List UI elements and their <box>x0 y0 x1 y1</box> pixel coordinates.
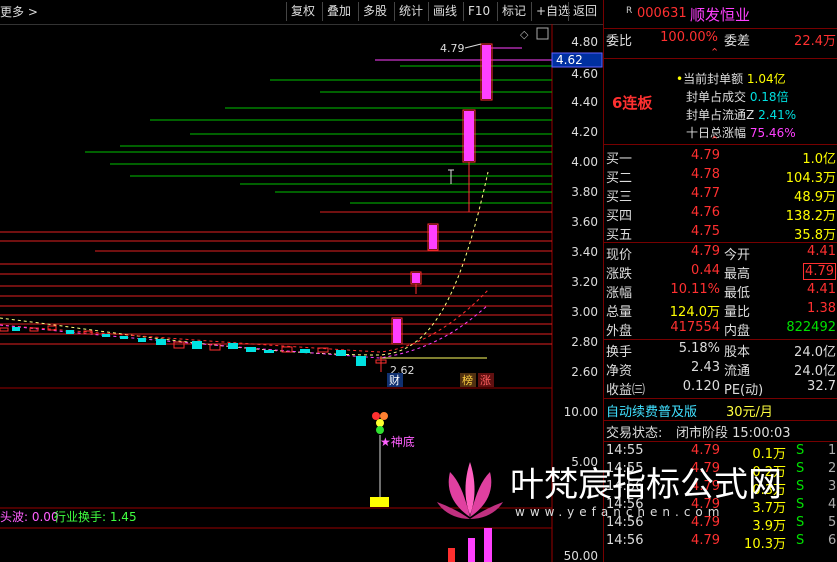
lotus-logo-icon <box>437 462 503 519</box>
price-tick: 3.40 <box>571 245 598 259</box>
more-button[interactable]: 更多 > <box>0 3 38 20</box>
mark-button[interactable]: 标记 <box>497 2 530 21</box>
limit-info-row: 十日总涨幅 75.46% <box>686 126 796 140</box>
high-price-label: 4.79 <box>440 42 465 55</box>
limit-info-row: 封单占成交 0.18倍 <box>686 90 789 104</box>
promo-banner[interactable]: 自动续费普及版 30元/月 <box>604 401 837 420</box>
stock-code: 000631 <box>637 6 687 21</box>
bid-row: 买五 4.75 35.8万 <box>606 224 836 243</box>
quote-row: 净资 2.43 流通 24.0亿 <box>606 360 836 379</box>
price-tick: 3.00 <box>571 305 598 319</box>
indicator-tou-bo: 头波: 0.00 <box>0 510 59 524</box>
f10-button[interactable]: F10 <box>463 2 494 21</box>
stats-button[interactable]: 统计 <box>394 2 427 21</box>
stock-name: 顺发恒业 <box>690 6 751 24</box>
quote-row: 换手 5.18% 股本 24.0亿 <box>606 341 836 360</box>
bid-row: 买三 4.77 48.9万 <box>606 186 836 205</box>
volume-tick: 10.00 <box>564 405 598 419</box>
price-tick: 4.20 <box>571 125 598 139</box>
quote-row: 现价 4.79 今开 4.41 <box>606 244 836 263</box>
trade-status: 交易状态: 闭市阶段 15:00:03 <box>606 426 791 441</box>
weibi-row: 委比 100.00% 委差 22.4万 <box>606 30 836 49</box>
diamond-icon: ◇ <box>520 28 529 41</box>
back-button[interactable]: 返回 <box>568 2 601 21</box>
current-price-tag: 4.62 <box>556 53 583 67</box>
resistance-lines <box>0 211 552 345</box>
lianban-label: 6连板 <box>612 94 653 112</box>
indicator-industry-turnover: 行业换手: 1.45 <box>54 510 137 524</box>
bid-row: 买二 4.78 104.3万 <box>606 167 836 186</box>
limit-info-row: •当前封单额 1.04亿 <box>676 72 786 86</box>
price-tick: 3.80 <box>571 185 598 199</box>
support-lines <box>85 65 552 204</box>
bid-row: 买四 4.76 138.2万 <box>606 205 836 224</box>
watermark: 叶梵宸指标公式网 www.yefanchen.com <box>435 455 835 555</box>
finance-tag: 财 <box>389 373 400 387</box>
quote-row: 外盘 417554 内盘 822492 <box>606 320 836 339</box>
chevron-up-icon[interactable]: ⌃ <box>710 134 719 147</box>
window-square-icon <box>536 27 549 40</box>
watermark-url: www.yefanchen.com <box>515 505 725 519</box>
overlay-button[interactable]: 叠加 <box>322 2 355 21</box>
quote-row: 总量 124.0万 量比 1.38 <box>606 301 836 320</box>
price-tick: 2.60 <box>571 365 598 379</box>
quote-row: 涨幅 10.11% 最低 4.41 <box>606 282 836 301</box>
draw-line-button[interactable]: 画线 <box>428 2 461 21</box>
fuquan-button[interactable]: 复权 <box>286 2 319 21</box>
price-tick: 3.20 <box>571 275 598 289</box>
quote-row: 收益㈢ 0.120 PE(动) 32.7 <box>606 379 836 398</box>
price-tick: 3.60 <box>571 215 598 229</box>
quote-row: 涨跌 0.44 最高 4.79 <box>606 263 836 282</box>
r-mark: R <box>626 6 633 16</box>
price-tick: 4.40 <box>571 95 598 109</box>
limit-info-row: 封单占流通Z 2.41% <box>686 108 797 122</box>
multi-stock-button[interactable]: 多股 <box>358 2 391 21</box>
limit-up-tag: 涨 <box>480 374 491 387</box>
bid-row: 买一 4.79 1.0亿 <box>606 148 836 167</box>
shendi-signal <box>370 412 389 507</box>
price-tick: 4.60 <box>571 67 598 81</box>
watermark-title: 叶梵宸指标公式网 <box>510 465 782 505</box>
price-tick: 4.80 <box>571 35 598 49</box>
limit-up-candles <box>391 43 493 345</box>
price-tick: 4.00 <box>571 155 598 169</box>
shendi-label: ★神底 <box>380 434 415 449</box>
rank-tag: 榜 <box>462 373 473 387</box>
chart-toolbar: 更多 > 复权 叠加 多股 统计 画线 F10 标记 +自选 返回 <box>0 0 603 25</box>
price-tick: 2.80 <box>571 335 598 349</box>
